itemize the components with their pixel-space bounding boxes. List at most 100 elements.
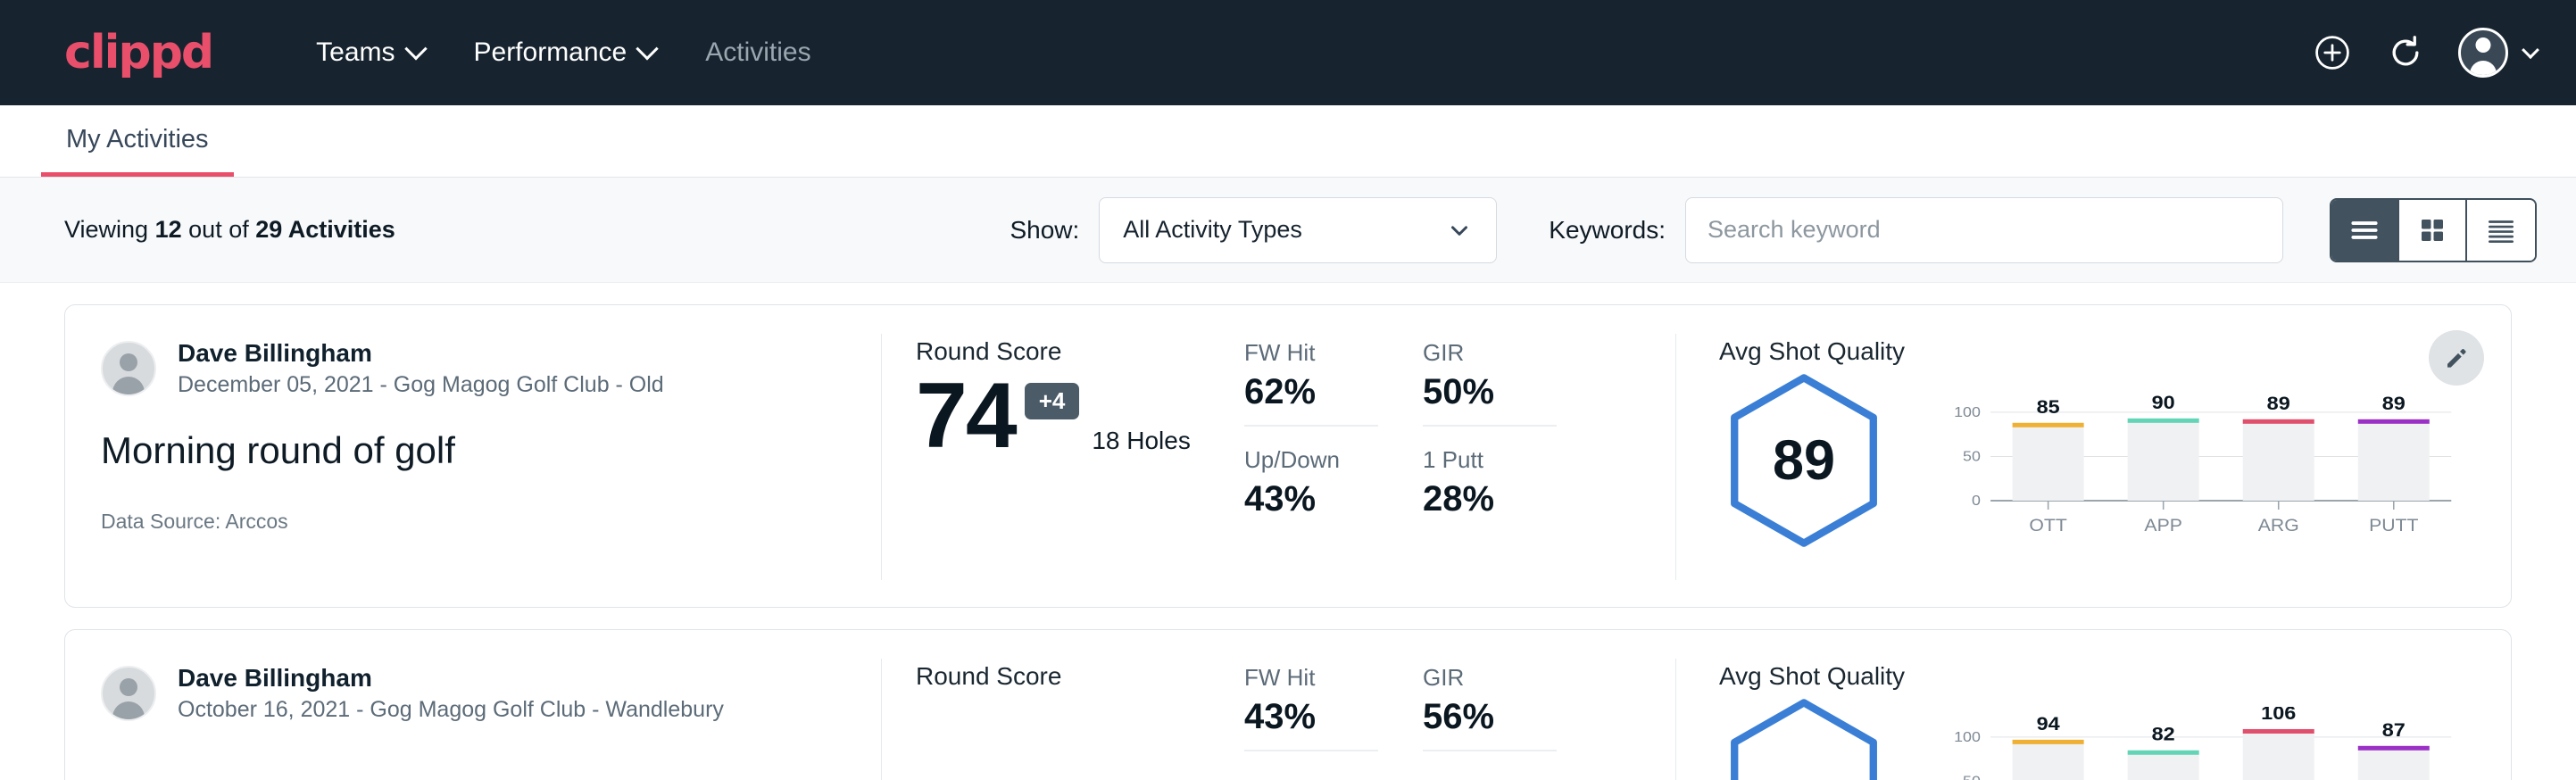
plus-circle-icon [2313, 33, 2352, 72]
shot-quality-value: 89 [1773, 429, 1835, 492]
stat-label: GIR [1423, 339, 1557, 367]
stats-grid: FW Hit 62% GIR 50% Up/Down 43% 1 Putt 28… [1230, 334, 1676, 580]
stat-value: 56% [1423, 697, 1557, 737]
stat-fw-hit: FW Hit 43% [1244, 664, 1378, 751]
add-button[interactable] [2312, 32, 2353, 73]
nav-item-label: Teams [316, 37, 395, 68]
round-score-section: Round Score [882, 659, 1230, 780]
tab-bar: My Activities [0, 105, 2576, 178]
app-logo[interactable]: clippd [64, 26, 212, 79]
nav-item-performance[interactable]: Performance [449, 37, 681, 68]
activity-info: Dave Billingham October 16, 2021 - Gog M… [65, 659, 882, 780]
activity-type-select[interactable]: All Activity Types [1099, 197, 1497, 263]
app-header: clippd Teams Performance Activities [0, 0, 2576, 105]
data-source: Data Source: Arccos [101, 510, 845, 534]
avatar [101, 341, 156, 396]
svg-text:89: 89 [2267, 393, 2290, 414]
view-mode-toggle [2330, 198, 2537, 262]
svg-text:50: 50 [1963, 773, 1981, 780]
pencil-icon [2443, 344, 2470, 371]
shot-quality-chart: 05010094OTT82APP106ARG87PUTT [1939, 707, 2457, 780]
stat-gir: GIR 56% [1423, 664, 1557, 751]
shot-quality-hexagon [1719, 696, 1889, 780]
chevron-down-icon [636, 37, 659, 60]
activity-card[interactable]: Dave Billingham December 05, 2021 - Gog … [64, 304, 2512, 608]
stat-value: 43% [1244, 479, 1378, 519]
filter-bar: Viewing 12 out of 29 Activities Show: Al… [0, 178, 2576, 283]
round-score-label: Round Score [916, 662, 1230, 691]
svg-text:OTT: OTT [2029, 517, 2066, 535]
svg-text:87: 87 [2382, 719, 2406, 741]
stat-label: FW Hit [1244, 664, 1378, 692]
filter-controls: Show: All Activity Types Keywords: [1010, 197, 2537, 263]
keywords-label: Keywords: [1549, 216, 1666, 245]
nav-item-activities[interactable]: Activities [680, 37, 835, 68]
svg-text:APP: APP [2144, 517, 2181, 535]
tab-my-activities[interactable]: My Activities [41, 125, 234, 177]
detail-view-button[interactable] [2467, 200, 2535, 261]
activity-list: Dave Billingham December 05, 2021 - Gog … [0, 283, 2576, 780]
refresh-button[interactable] [2385, 32, 2426, 73]
account-menu[interactable] [2458, 28, 2537, 78]
detail-list-icon [2484, 213, 2518, 247]
stat-label: Up/Down [1244, 446, 1378, 474]
chevron-down-icon [2522, 41, 2539, 59]
chevron-down-icon [404, 37, 427, 60]
header-actions [2312, 28, 2537, 78]
show-label: Show: [1010, 216, 1079, 245]
player-name: Dave Billingham [178, 662, 724, 693]
chevron-down-icon [1446, 217, 1473, 244]
svg-text:100: 100 [1954, 404, 1981, 420]
bar-chart: 05010094OTT82APP106ARG87PUTT [1939, 707, 2457, 780]
holes-label: 18 Holes [1092, 427, 1191, 455]
stat-label: GIR [1423, 664, 1557, 692]
edit-activity-button[interactable] [2429, 330, 2484, 386]
list-view-button[interactable] [2331, 200, 2399, 261]
player-name: Dave Billingham [178, 337, 664, 369]
shot-quality-body: 05010094OTT82APP106ARG87PUTT [1719, 696, 2457, 780]
activity-title: Morning round of golf [101, 429, 845, 472]
svg-text:50: 50 [1963, 448, 1981, 464]
activity-meta: December 05, 2021 - Gog Magog Golf Club … [178, 370, 664, 401]
svg-text:94: 94 [2037, 713, 2061, 734]
shot-quality-label: Avg Shot Quality [1719, 337, 2457, 366]
player-header: Dave Billingham October 16, 2021 - Gog M… [101, 662, 845, 726]
stat-value: 28% [1423, 479, 1557, 519]
viewing-summary: Viewing 12 out of 29 Activities [64, 216, 395, 244]
stat-gir: GIR 50% [1423, 339, 1557, 427]
stat-label: FW Hit [1244, 339, 1378, 367]
round-score-row: 74 +4 18 Holes [916, 369, 1230, 462]
round-score-label: Round Score [916, 337, 1230, 366]
nav-item-teams[interactable]: Teams [291, 37, 448, 68]
avatar [101, 666, 156, 721]
to-par-badge: +4 [1025, 383, 1080, 419]
stat-up-down: Up/Down 43% [1244, 446, 1378, 532]
svg-text:85: 85 [2037, 396, 2060, 418]
activity-card[interactable]: Dave Billingham October 16, 2021 - Gog M… [64, 629, 2512, 780]
stat-one-putt [1423, 771, 1557, 780]
svg-text:106: 106 [2261, 707, 2296, 724]
shot-quality-body: 89 05010085OTT90APP89ARG89PUTT [1719, 371, 2457, 552]
player-header: Dave Billingham December 05, 2021 - Gog … [101, 337, 845, 401]
svg-text:89: 89 [2382, 393, 2406, 414]
stat-label: 1 Putt [1423, 446, 1557, 474]
stat-value: 50% [1423, 372, 1557, 412]
round-score-value: 74 [916, 369, 1016, 462]
stat-value: 43% [1244, 697, 1378, 737]
viewing-prefix: Viewing [64, 216, 148, 243]
avatar [2458, 28, 2508, 78]
list-icon [2347, 213, 2381, 247]
grid-view-button[interactable] [2399, 200, 2467, 261]
shot-quality-label: Avg Shot Quality [1719, 662, 2457, 691]
svg-text:100: 100 [1954, 729, 1981, 745]
activity-info: Dave Billingham December 05, 2021 - Gog … [65, 334, 882, 580]
svg-text:ARG: ARG [2258, 517, 2299, 535]
svg-text:0: 0 [1972, 493, 1981, 509]
stat-value: 62% [1244, 372, 1378, 412]
stat-one-putt: 1 Putt 28% [1423, 446, 1557, 532]
activity-meta: October 16, 2021 - Gog Magog Golf Club -… [178, 695, 724, 726]
shot-quality-section: Avg Shot Quality 05010094OTT82APP106ARG8… [1676, 659, 2511, 780]
stats-grid: FW Hit 43% GIR 56% [1230, 659, 1676, 780]
search-input[interactable] [1685, 197, 2283, 263]
shot-quality-chart: 05010085OTT90APP89ARG89PUTT [1939, 382, 2457, 552]
